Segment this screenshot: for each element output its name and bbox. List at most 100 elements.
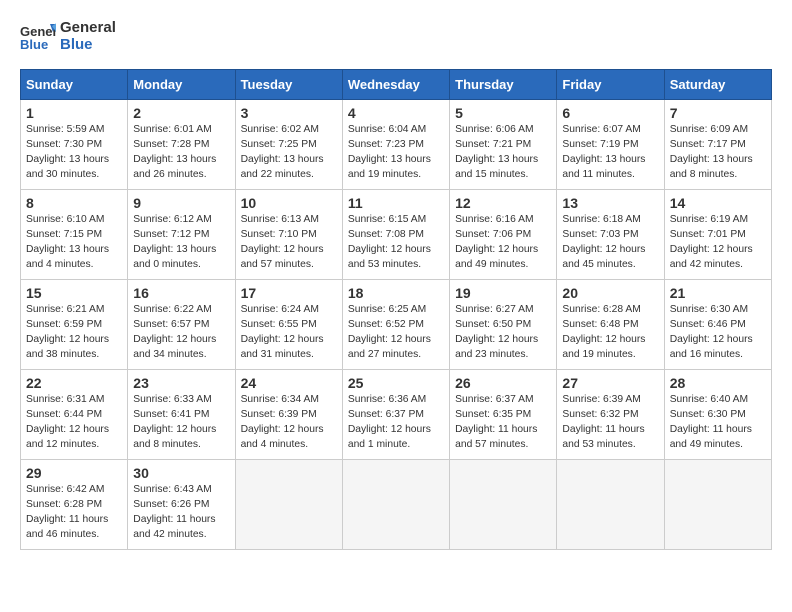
day-number: 5	[455, 105, 551, 121]
day-cell	[450, 460, 557, 550]
day-info: Sunrise: 6:30 AM Sunset: 6:46 PM Dayligh…	[670, 303, 766, 363]
day-info: Sunrise: 6:22 AM Sunset: 6:57 PM Dayligh…	[133, 303, 229, 363]
day-info: Sunrise: 6:39 AM Sunset: 6:32 PM Dayligh…	[562, 393, 658, 453]
day-number: 15	[26, 285, 122, 301]
day-number: 24	[241, 375, 337, 391]
day-cell: 17 Sunrise: 6:24 AM Sunset: 6:55 PM Dayli…	[235, 280, 342, 370]
col-header-wednesday: Wednesday	[342, 70, 449, 100]
day-cell: 23 Sunrise: 6:33 AM Sunset: 6:41 PM Dayli…	[128, 370, 235, 460]
day-info: Sunrise: 6:27 AM Sunset: 6:50 PM Dayligh…	[455, 303, 551, 363]
day-number: 29	[26, 465, 122, 481]
col-header-tuesday: Tuesday	[235, 70, 342, 100]
day-cell: 26 Sunrise: 6:37 AM Sunset: 6:35 PM Dayli…	[450, 370, 557, 460]
day-info: Sunrise: 6:02 AM Sunset: 7:25 PM Dayligh…	[241, 123, 337, 183]
day-info: Sunrise: 6:24 AM Sunset: 6:55 PM Dayligh…	[241, 303, 337, 363]
day-number: 4	[348, 105, 444, 121]
day-cell: 9 Sunrise: 6:12 AM Sunset: 7:12 PM Daylig…	[128, 190, 235, 280]
day-number: 10	[241, 195, 337, 211]
day-number: 22	[26, 375, 122, 391]
day-info: Sunrise: 6:28 AM Sunset: 6:48 PM Dayligh…	[562, 303, 658, 363]
day-info: Sunrise: 6:06 AM Sunset: 7:21 PM Dayligh…	[455, 123, 551, 183]
day-cell: 15 Sunrise: 6:21 AM Sunset: 6:59 PM Dayli…	[21, 280, 128, 370]
day-info: Sunrise: 6:36 AM Sunset: 6:37 PM Dayligh…	[348, 393, 444, 453]
day-number: 19	[455, 285, 551, 301]
day-info: Sunrise: 6:40 AM Sunset: 6:30 PM Dayligh…	[670, 393, 766, 453]
day-cell: 5 Sunrise: 6:06 AM Sunset: 7:21 PM Daylig…	[450, 100, 557, 190]
day-number: 23	[133, 375, 229, 391]
day-cell: 1 Sunrise: 5:59 AM Sunset: 7:30 PM Daylig…	[21, 100, 128, 190]
day-info: Sunrise: 6:10 AM Sunset: 7:15 PM Dayligh…	[26, 213, 122, 273]
day-info: Sunrise: 6:15 AM Sunset: 7:08 PM Dayligh…	[348, 213, 444, 273]
col-header-thursday: Thursday	[450, 70, 557, 100]
day-number: 7	[670, 105, 766, 121]
day-info: Sunrise: 6:31 AM Sunset: 6:44 PM Dayligh…	[26, 393, 122, 453]
day-cell: 3 Sunrise: 6:02 AM Sunset: 7:25 PM Daylig…	[235, 100, 342, 190]
day-cell: 25 Sunrise: 6:36 AM Sunset: 6:37 PM Dayli…	[342, 370, 449, 460]
day-number: 28	[670, 375, 766, 391]
day-info: Sunrise: 6:18 AM Sunset: 7:03 PM Dayligh…	[562, 213, 658, 273]
day-number: 17	[241, 285, 337, 301]
day-number: 26	[455, 375, 551, 391]
day-number: 30	[133, 465, 229, 481]
day-info: Sunrise: 6:04 AM Sunset: 7:23 PM Dayligh…	[348, 123, 444, 183]
col-header-monday: Monday	[128, 70, 235, 100]
logo: General Blue General Blue	[20, 20, 116, 53]
day-number: 25	[348, 375, 444, 391]
day-number: 8	[26, 195, 122, 211]
day-info: Sunrise: 6:34 AM Sunset: 6:39 PM Dayligh…	[241, 393, 337, 453]
day-cell: 30 Sunrise: 6:43 AM Sunset: 6:26 PM Dayli…	[128, 460, 235, 550]
day-cell	[664, 460, 771, 550]
day-info: Sunrise: 6:12 AM Sunset: 7:12 PM Dayligh…	[133, 213, 229, 273]
day-info: Sunrise: 6:21 AM Sunset: 6:59 PM Dayligh…	[26, 303, 122, 363]
day-number: 20	[562, 285, 658, 301]
day-cell: 4 Sunrise: 6:04 AM Sunset: 7:23 PM Daylig…	[342, 100, 449, 190]
day-cell: 27 Sunrise: 6:39 AM Sunset: 6:32 PM Dayli…	[557, 370, 664, 460]
week-row-1: 1 Sunrise: 5:59 AM Sunset: 7:30 PM Daylig…	[21, 100, 772, 190]
day-number: 11	[348, 195, 444, 211]
day-number: 2	[133, 105, 229, 121]
day-cell: 21 Sunrise: 6:30 AM Sunset: 6:46 PM Dayli…	[664, 280, 771, 370]
day-cell: 18 Sunrise: 6:25 AM Sunset: 6:52 PM Dayli…	[342, 280, 449, 370]
day-number: 27	[562, 375, 658, 391]
day-number: 12	[455, 195, 551, 211]
day-number: 6	[562, 105, 658, 121]
col-header-sunday: Sunday	[21, 70, 128, 100]
day-cell: 16 Sunrise: 6:22 AM Sunset: 6:57 PM Dayli…	[128, 280, 235, 370]
day-info: Sunrise: 6:09 AM Sunset: 7:17 PM Dayligh…	[670, 123, 766, 183]
day-number: 3	[241, 105, 337, 121]
week-row-2: 8 Sunrise: 6:10 AM Sunset: 7:15 PM Daylig…	[21, 190, 772, 280]
week-row-4: 22 Sunrise: 6:31 AM Sunset: 6:44 PM Dayli…	[21, 370, 772, 460]
day-cell	[342, 460, 449, 550]
day-number: 9	[133, 195, 229, 211]
day-info: Sunrise: 6:19 AM Sunset: 7:01 PM Dayligh…	[670, 213, 766, 273]
day-cell	[557, 460, 664, 550]
week-row-5: 29 Sunrise: 6:42 AM Sunset: 6:28 PM Dayli…	[21, 460, 772, 550]
day-number: 13	[562, 195, 658, 211]
day-cell: 19 Sunrise: 6:27 AM Sunset: 6:50 PM Dayli…	[450, 280, 557, 370]
day-cell: 22 Sunrise: 6:31 AM Sunset: 6:44 PM Dayli…	[21, 370, 128, 460]
day-number: 16	[133, 285, 229, 301]
col-header-saturday: Saturday	[664, 70, 771, 100]
logo-icon: General Blue	[20, 22, 56, 52]
day-info: Sunrise: 6:25 AM Sunset: 6:52 PM Dayligh…	[348, 303, 444, 363]
day-info: Sunrise: 6:33 AM Sunset: 6:41 PM Dayligh…	[133, 393, 229, 453]
day-info: Sunrise: 6:07 AM Sunset: 7:19 PM Dayligh…	[562, 123, 658, 183]
day-cell: 2 Sunrise: 6:01 AM Sunset: 7:28 PM Daylig…	[128, 100, 235, 190]
day-info: Sunrise: 6:01 AM Sunset: 7:28 PM Dayligh…	[133, 123, 229, 183]
day-number: 18	[348, 285, 444, 301]
day-cell: 29 Sunrise: 6:42 AM Sunset: 6:28 PM Dayli…	[21, 460, 128, 550]
day-info: Sunrise: 6:43 AM Sunset: 6:26 PM Dayligh…	[133, 483, 229, 543]
day-info: Sunrise: 6:42 AM Sunset: 6:28 PM Dayligh…	[26, 483, 122, 543]
day-cell: 20 Sunrise: 6:28 AM Sunset: 6:48 PM Dayli…	[557, 280, 664, 370]
day-cell: 24 Sunrise: 6:34 AM Sunset: 6:39 PM Dayli…	[235, 370, 342, 460]
day-cell: 6 Sunrise: 6:07 AM Sunset: 7:19 PM Daylig…	[557, 100, 664, 190]
day-info: Sunrise: 5:59 AM Sunset: 7:30 PM Dayligh…	[26, 123, 122, 183]
day-cell: 10Sunrise: 6:13 AM Sunset: 7:10 PM Dayli…	[235, 190, 342, 280]
day-number: 1	[26, 105, 122, 121]
day-info: Sunrise: 6:37 AM Sunset: 6:35 PM Dayligh…	[455, 393, 551, 453]
day-number: 21	[670, 285, 766, 301]
header: General Blue General Blue	[20, 20, 772, 53]
header-row: SundayMondayTuesdayWednesdayThursdayFrid…	[21, 70, 772, 100]
day-number: 14	[670, 195, 766, 211]
day-cell: 7 Sunrise: 6:09 AM Sunset: 7:17 PM Daylig…	[664, 100, 771, 190]
